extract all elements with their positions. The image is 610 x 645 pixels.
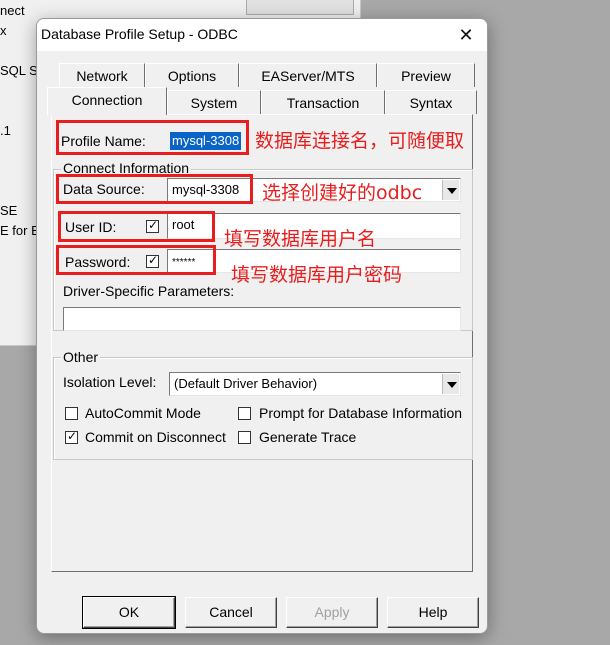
data-source-dropdown-button[interactable] (442, 180, 459, 200)
autocommit-label: AutoCommit Mode (85, 405, 201, 421)
password-annotation: 填写数据库用户密码 (231, 264, 403, 286)
other-group-title: Other (61, 349, 101, 365)
cancel-button[interactable]: Cancel (185, 597, 277, 628)
tab-connection[interactable]: Connection (47, 87, 167, 115)
background-text-line: SE (0, 203, 18, 218)
check-icon: ✓ (67, 429, 78, 443)
background-text-line: .1 (0, 123, 11, 138)
tab-network[interactable]: Network (59, 63, 145, 87)
driver-params-label: Driver-Specific Parameters: (63, 283, 235, 299)
tab-transaction[interactable]: Transaction (261, 90, 385, 114)
prompt-db-info-checkbox[interactable] (238, 407, 251, 420)
generate-trace-label: Generate Trace (259, 429, 357, 445)
profile-name-highlight (56, 120, 249, 155)
autocommit-checkbox[interactable] (65, 407, 78, 420)
title-bar[interactable]: Database Profile Setup - ODBC ✕ (37, 19, 487, 51)
tab-easerver-mts[interactable]: EAServer/MTS (239, 63, 377, 87)
isolation-level-label: Isolation Level: (63, 374, 157, 390)
user-id-highlight (58, 211, 215, 242)
data-source-annotation: 选择创建好的odbc (262, 182, 423, 204)
tab-syntax[interactable]: Syntax (385, 90, 477, 114)
background-text-line: x (0, 23, 7, 38)
driver-params-input[interactable] (63, 307, 461, 331)
user-id-annotation: 填写数据库用户名 (224, 228, 377, 250)
background-text-line: E for E (0, 223, 40, 238)
chevron-down-icon (447, 382, 457, 388)
close-icon[interactable]: ✕ (453, 22, 479, 48)
tab-preview[interactable]: Preview (377, 63, 475, 87)
help-button[interactable]: Help (387, 597, 479, 628)
chevron-down-icon (447, 188, 457, 194)
dialog-title: Database Profile Setup - ODBC (41, 26, 238, 42)
data-source-highlight (56, 174, 253, 204)
background-button[interactable] (246, 0, 354, 15)
background-text-line: SQL S (0, 63, 38, 78)
isolation-level-dropdown[interactable]: (Default Driver Behavior) (169, 372, 461, 396)
commit-on-disconnect-label: Commit on Disconnect (85, 429, 226, 445)
background-text-line: nect (0, 3, 25, 18)
profile-name-annotation: 数据库连接名，可随便取 (255, 130, 465, 152)
password-highlight (56, 245, 216, 275)
ok-button[interactable]: OK (82, 596, 176, 629)
isolation-level-value: (Default Driver Behavior) (174, 376, 318, 391)
database-profile-dialog: Database Profile Setup - ODBC ✕ Network … (36, 18, 488, 634)
generate-trace-checkbox[interactable] (238, 431, 251, 444)
tab-options[interactable]: Options (145, 63, 239, 87)
isolation-dropdown-button[interactable] (442, 374, 459, 394)
apply-button[interactable]: Apply (286, 597, 378, 628)
prompt-db-info-label: Prompt for Database Information (259, 405, 463, 421)
commit-on-disconnect-checkbox[interactable]: ✓ (65, 429, 78, 444)
tab-system[interactable]: System (167, 90, 261, 114)
